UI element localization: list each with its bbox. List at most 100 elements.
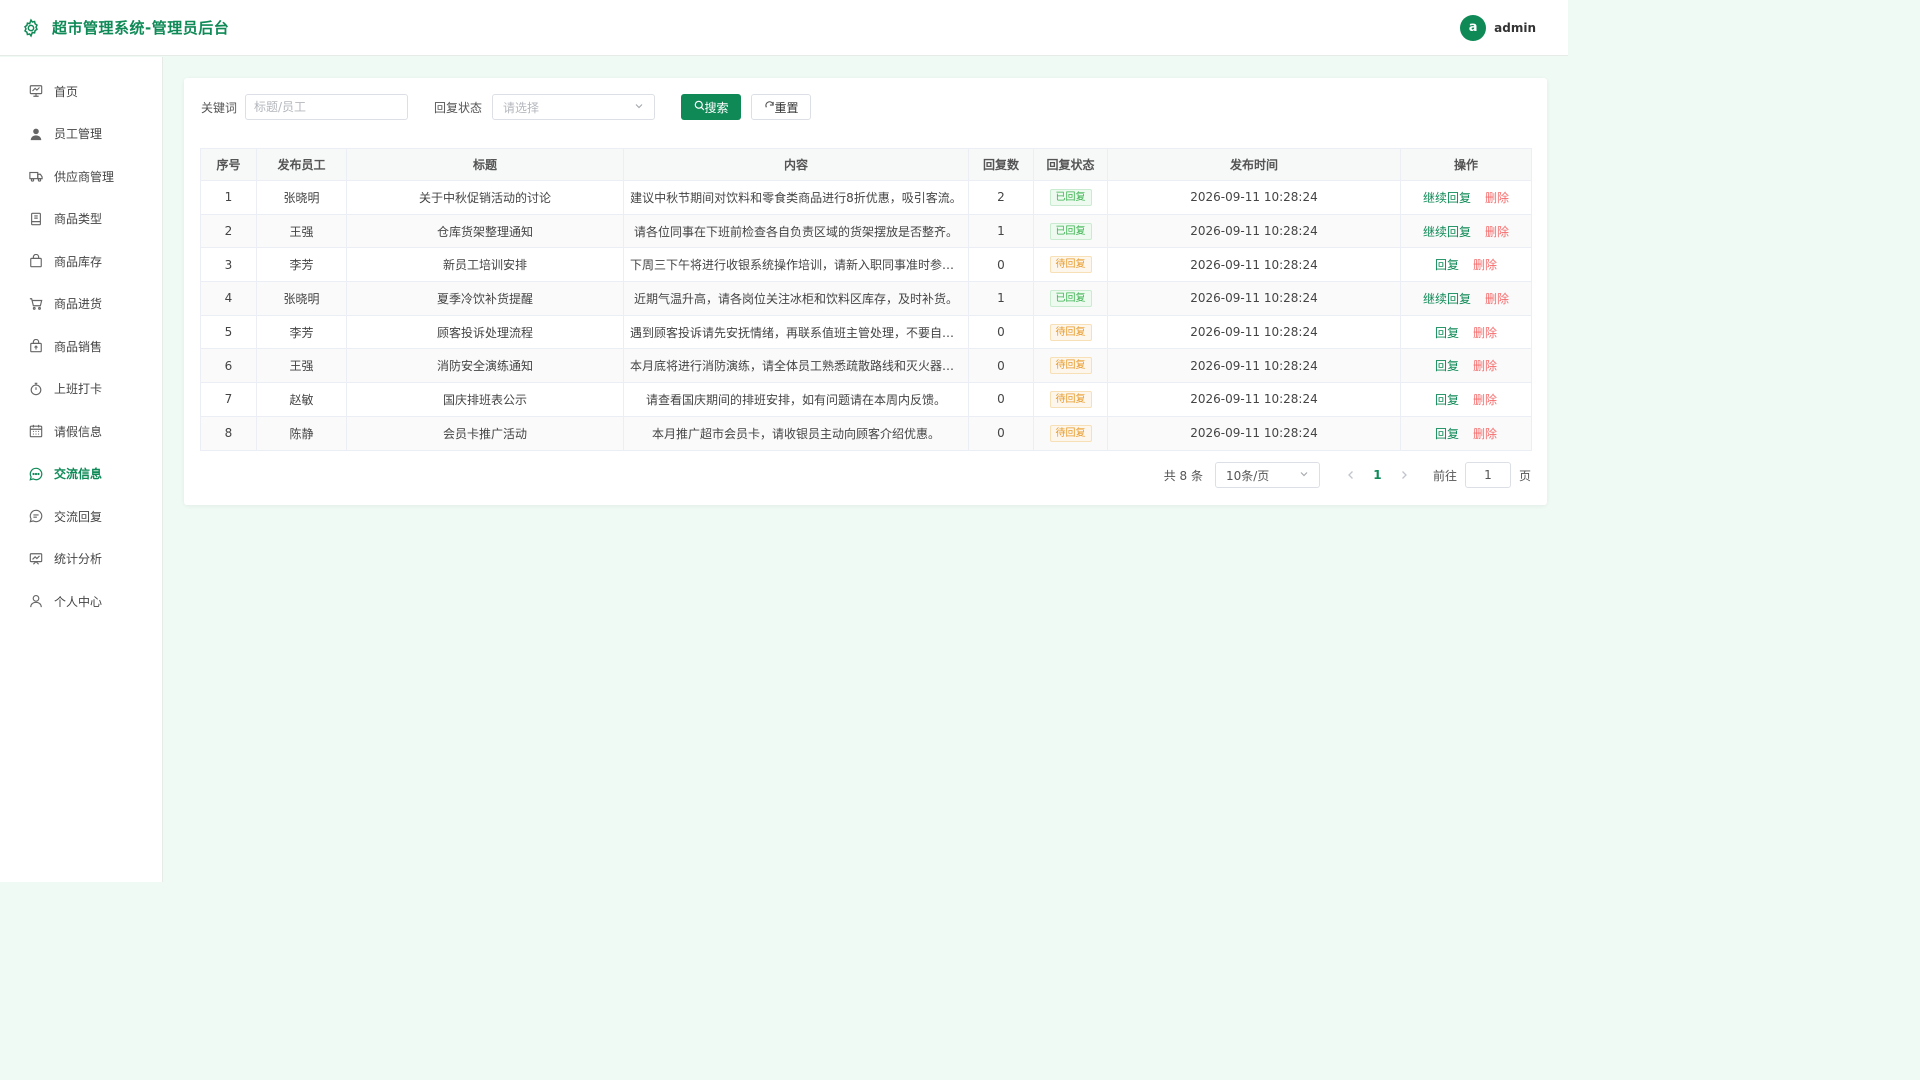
goto-label: 前往 [1432,468,1457,483]
person-icon [29,594,43,608]
gear-icon [20,17,42,39]
next-page-button[interactable] [1391,462,1417,488]
sidebar-item-messages[interactable]: 交流信息 [0,453,162,496]
goto-page-input[interactable] [1464,462,1511,488]
search-button[interactable]: 搜索 [681,94,742,120]
reply-link[interactable]: 回复 [1435,258,1459,272]
message-table: 序号 发布员工 标题 内容 回复数 回复状态 发布时间 操作 1 张晓明 关于中… [200,148,1532,451]
cell-replies: 1 [968,281,1034,316]
reset-button[interactable]: 重置 [751,94,812,120]
cell-no: 5 [200,314,257,350]
reply-link[interactable]: 回复 [1435,393,1459,407]
column-header[interactable]: 内容 [623,148,969,181]
cell-title: 夏季冷饮补货提醒 [346,281,624,316]
table-row[interactable]: 1 张晓明 关于中秋促销活动的讨论 建议中秋节期间对饮料和零食类商品进行8折优惠… [200,180,1532,215]
sidebar-item-employees[interactable]: 员工管理 [0,113,162,156]
column-header[interactable]: 发布时间 [1107,148,1401,181]
user-icon [29,127,43,141]
sidebar-item-replies[interactable]: 交流回复 [0,495,162,538]
status-select-placeholder: 请选择 [503,100,540,115]
delete-link[interactable]: 删除 [1485,292,1509,306]
cell-title: 会员卡推广活动 [346,415,624,451]
delete-link[interactable]: 删除 [1485,225,1509,239]
sidebar-item-label: 商品进货 [54,297,103,312]
column-header[interactable]: 回复状态 [1033,148,1108,181]
column-header[interactable]: 发布员工 [256,148,347,181]
delete-link[interactable]: 删除 [1473,326,1497,340]
sidebar-item-attendance[interactable]: 上班打卡 [0,368,162,411]
cell-employee: 李芳 [256,314,347,350]
cell-replies: 0 [968,415,1034,451]
keyword-input[interactable] [245,94,409,120]
cell-status: 已回复 [1033,180,1108,215]
table-row[interactable]: 8 陈静 会员卡推广活动 本月推广超市会员卡，请收银员主动向顾客介绍优惠。 0 … [200,415,1532,451]
cell-employee: 张晓明 [256,180,347,215]
column-header[interactable]: 序号 [200,148,257,181]
sidebar-item-label: 商品库存 [54,254,103,269]
cell-employee: 王强 [256,213,347,249]
status-badge: 待回复 [1049,424,1092,442]
cell-time: 2026-09-11 10:28:24 [1107,348,1401,384]
column-header[interactable]: 操作 [1400,148,1532,181]
sidebar-item-profile[interactable]: 个人中心 [0,580,162,623]
avatar[interactable]: a [1460,14,1487,41]
cell-time: 2026-09-11 10:28:24 [1107,382,1401,417]
table-row[interactable]: 5 李芳 顾客投诉处理流程 遇到顾客投诉请先安抚情绪，再联系值班主管处理，不要自… [200,314,1532,350]
sidebar-item-inventory[interactable]: 商品库存 [0,240,162,283]
table-row[interactable]: 2 王强 仓库货架整理通知 请各位同事在下班前检查各自负责区域的货架摆放是否整齐… [200,213,1532,249]
reply-link[interactable]: 继续回复 [1423,191,1471,205]
page-size-select[interactable]: 10条/页 [1214,462,1320,488]
prev-page-button[interactable] [1338,462,1364,488]
chevron-down-icon [1299,468,1309,482]
sidebar-item-statistics[interactable]: 统计分析 [0,538,162,581]
cell-actions: 回复 删除 [1400,348,1532,384]
cell-status: 已回复 [1033,213,1108,249]
page-number-current[interactable]: 1 [1364,462,1391,488]
table-header-row: 序号 发布员工 标题 内容 回复数 回复状态 发布时间 操作 [200,148,1532,181]
reply-link[interactable]: 继续回复 [1423,292,1471,306]
table-row[interactable]: 3 李芳 新员工培训安排 下周三下午将进行收银系统操作培训，请新入职同事准时参加… [200,247,1532,283]
reply-link[interactable]: 回复 [1435,427,1459,441]
sidebar-item-categories[interactable]: 商品类型 [0,198,162,241]
cell-employee: 张晓明 [256,281,347,316]
cell-content: 请查看国庆期间的排班安排，如有问题请在本周内反馈。 [623,382,969,417]
delete-link[interactable]: 删除 [1473,393,1497,407]
cell-employee: 李芳 [256,247,347,283]
column-header[interactable]: 标题 [346,148,624,181]
keyword-label: 关键词 [201,100,238,115]
total-count: 共 8 条 [1163,468,1203,483]
truck-icon [29,169,43,183]
status-select[interactable]: 请选择 [492,94,656,120]
cell-status: 待回复 [1033,314,1108,350]
sidebar-item-label: 商品类型 [54,212,103,227]
table-row[interactable]: 4 张晓明 夏季冷饮补货提醒 近期气温升高，请各岗位关注冰柜和饮料区库存，及时补… [200,281,1532,316]
column-header[interactable]: 回复数 [968,148,1034,181]
home-icon [29,84,43,98]
cell-replies: 1 [968,213,1034,249]
reply-link[interactable]: 继续回复 [1423,225,1471,239]
sidebar-item-leave[interactable]: 请假信息 [0,410,162,453]
chevron-left-icon [1348,471,1353,479]
cell-replies: 0 [968,382,1034,417]
delete-link[interactable]: 删除 [1473,427,1497,441]
reply-link[interactable]: 回复 [1435,359,1459,373]
delete-link[interactable]: 删除 [1473,258,1497,272]
reply-link[interactable]: 回复 [1435,326,1459,340]
status-badge: 已回复 [1049,222,1092,240]
cell-title: 仓库货架整理通知 [346,213,624,249]
status-badge: 已回复 [1049,188,1092,206]
sidebar-item-home[interactable]: 首页 [0,70,162,113]
username[interactable]: admin [1494,21,1536,35]
table-row[interactable]: 6 王强 消防安全演练通知 本月底将进行消防演练，请全体员工熟悉疏散路线和灭火器… [200,348,1532,384]
delete-link[interactable]: 删除 [1485,191,1509,205]
sidebar-item-suppliers[interactable]: 供应商管理 [0,155,162,198]
sidebar-item-sales[interactable]: 商品销售 [0,325,162,368]
top-header: 超市管理系统-管理员后台 a admin [0,0,1568,56]
user-menu[interactable]: a admin [1460,14,1548,41]
delete-link[interactable]: 删除 [1473,359,1497,373]
table-row[interactable]: 7 赵敏 国庆排班表公示 请查看国庆期间的排班安排，如有问题请在本周内反馈。 0… [200,382,1532,417]
cell-title: 新员工培训安排 [346,247,624,283]
cell-no: 6 [200,348,257,384]
sidebar-item-purchase[interactable]: 商品进货 [0,283,162,326]
page-size-value: 10条/页 [1225,468,1270,483]
